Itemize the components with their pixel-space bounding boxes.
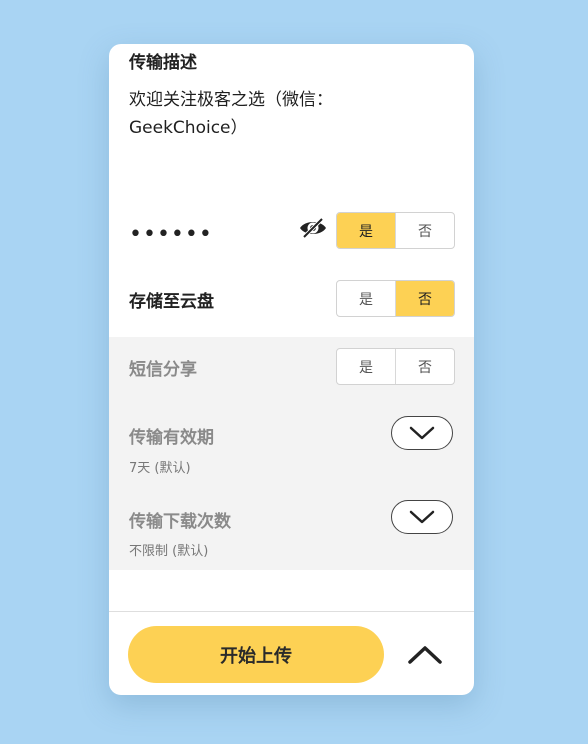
download-limit-dropdown-button[interactable] [391, 500, 453, 534]
sms-share-toggle-yes[interactable]: 是 [337, 349, 395, 384]
start-upload-button[interactable]: 开始上传 [128, 626, 384, 683]
validity-dropdown-button[interactable] [391, 416, 453, 450]
sms-share-toggle: 是 否 [336, 348, 455, 385]
upload-settings-card: 传输描述 欢迎关注极客之选（微信： GeekChoice） •••••• 是 否… [109, 44, 474, 695]
cloud-save-toggle: 是 否 [336, 280, 455, 317]
cloud-save-toggle-yes[interactable]: 是 [337, 281, 395, 316]
chevron-up-icon [408, 646, 442, 664]
password-toggle-yes[interactable]: 是 [337, 213, 395, 248]
collapse-button[interactable] [405, 638, 445, 670]
password-toggle: 是 否 [336, 212, 455, 249]
cloud-save-label: 存储至云盘 [129, 292, 214, 312]
footer-divider [109, 611, 474, 612]
description-text[interactable]: 欢迎关注极客之选（微信： GeekChoice） [129, 86, 429, 142]
password-toggle-no[interactable]: 否 [395, 213, 454, 248]
cloud-save-toggle-no[interactable]: 否 [395, 281, 454, 316]
chevron-down-icon [409, 426, 435, 440]
eye-slash-icon[interactable] [298, 216, 328, 240]
download-limit-label: 传输下载次数 [129, 512, 231, 532]
download-limit-value: 不限制 (默认) [129, 544, 209, 559]
chevron-down-icon [409, 510, 435, 524]
description-title: 传输描述 [129, 53, 197, 73]
validity-label: 传输有效期 [129, 428, 214, 448]
sms-share-label: 短信分享 [129, 360, 197, 380]
password-value[interactable]: •••••• [129, 222, 213, 247]
validity-value: 7天 (默认) [129, 461, 191, 476]
sms-share-toggle-no[interactable]: 否 [395, 349, 454, 384]
